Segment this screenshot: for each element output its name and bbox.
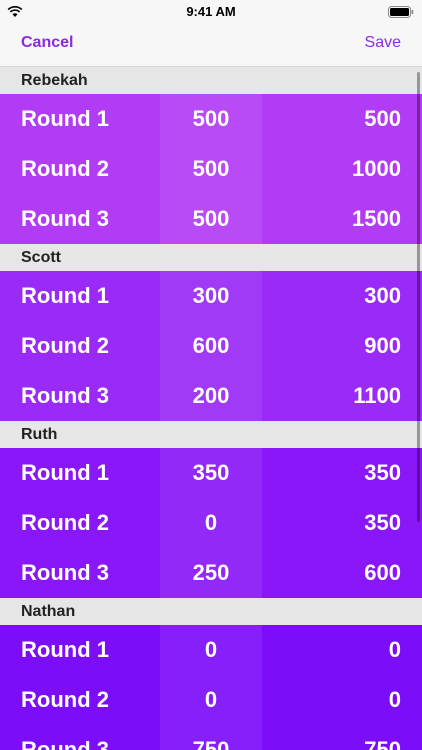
round-row[interactable]: Round 2 500 1000: [0, 144, 422, 194]
round-row[interactable]: Round 3 200 1100: [0, 371, 422, 421]
running-total: 350: [364, 510, 401, 535]
player-section: Nathan Round 1 0 0 Round 2 0 0 Round 3 750 750: [0, 598, 422, 750]
round-row[interactable]: Round 1 350 350: [0, 448, 422, 498]
round-label: Round 1: [21, 106, 109, 131]
round-score[interactable]: 0: [160, 625, 262, 675]
round-score[interactable]: 300: [160, 271, 262, 321]
running-total: 1100: [353, 383, 401, 408]
round-score[interactable]: 750: [160, 725, 262, 750]
player-section: Rebekah Round 1 500 500 Round 2 500 1000 Round …: [0, 67, 422, 244]
round-row[interactable]: Round 2 0 350: [0, 498, 422, 548]
round-row[interactable]: Round 3 750 750: [0, 725, 422, 750]
running-total: 300: [364, 283, 401, 308]
running-total: 1000: [352, 156, 401, 181]
round-row[interactable]: Round 1 500 500: [0, 94, 422, 144]
round-score[interactable]: 200: [160, 371, 262, 421]
player-name-header: Nathan: [0, 598, 422, 625]
player-section: Ruth Round 1 350 350 Round 2 0 350 Round 3 250 60…: [0, 421, 422, 598]
round-score[interactable]: 0: [160, 498, 262, 548]
status-time: 9:41 AM: [186, 4, 236, 19]
round-label: Round 2: [21, 510, 109, 535]
player-name-header: Rebekah: [0, 67, 422, 94]
round-row[interactable]: Round 3 500 1500: [0, 194, 422, 244]
round-label: Round 3: [21, 383, 109, 408]
round-label: Round 3: [21, 206, 109, 231]
round-row[interactable]: Round 2 600 900: [0, 321, 422, 371]
round-label: Round 2: [21, 333, 109, 358]
running-total: 0: [388, 687, 401, 712]
scroll-indicator: [417, 72, 420, 522]
running-total: 900: [364, 333, 401, 358]
save-button[interactable]: Save: [365, 34, 401, 52]
round-score[interactable]: 500: [160, 94, 262, 144]
round-score[interactable]: 600: [160, 321, 262, 371]
round-score[interactable]: 0: [160, 675, 262, 725]
round-score[interactable]: 350: [160, 448, 262, 498]
battery-icon: [388, 5, 414, 23]
round-row[interactable]: Round 1 300 300: [0, 271, 422, 321]
round-score[interactable]: 500: [160, 194, 262, 244]
running-total: 500: [364, 106, 401, 131]
round-row[interactable]: Round 2 0 0: [0, 675, 422, 725]
navigation-bar: Cancel Save: [0, 22, 422, 67]
status-bar: 9:41 AM: [0, 0, 422, 22]
round-label: Round 1: [21, 283, 109, 308]
round-label: Round 1: [21, 460, 109, 485]
round-label: Round 3: [21, 560, 109, 585]
running-total: 1500: [352, 206, 401, 231]
running-total: 350: [364, 460, 401, 485]
round-score[interactable]: 500: [160, 144, 262, 194]
round-label: Round 2: [21, 156, 109, 181]
player-name-header: Ruth: [0, 421, 422, 448]
round-row[interactable]: Round 3 250 600: [0, 548, 422, 598]
running-total: 0: [388, 637, 401, 662]
cancel-button[interactable]: Cancel: [21, 34, 73, 52]
round-label: Round 3: [21, 737, 109, 750]
player-section: Scott Round 1 300 300 Round 2 600 900 Round 3 20…: [0, 244, 422, 421]
running-total: 750: [364, 737, 401, 750]
score-list[interactable]: Rebekah Round 1 500 500 Round 2 500 1000 Round …: [0, 67, 422, 750]
round-label: Round 2: [21, 687, 109, 712]
running-total: 600: [364, 560, 401, 585]
round-row[interactable]: Round 1 0 0: [0, 625, 422, 675]
player-name-header: Scott: [0, 244, 422, 271]
round-label: Round 1: [21, 637, 109, 662]
round-score[interactable]: 250: [160, 548, 262, 598]
